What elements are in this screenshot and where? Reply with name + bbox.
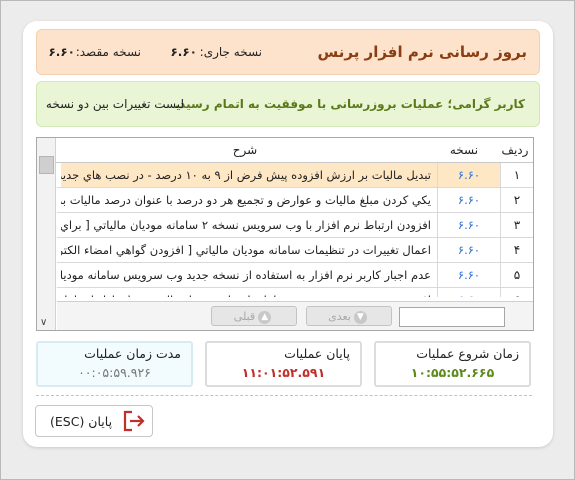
exit-icon: [123, 410, 145, 432]
row-version: ۶.۶۰: [437, 263, 500, 287]
row-description: یکي کردن مبلغ مالیات و عوارض و تجمیع هر …: [61, 193, 431, 207]
changes-grid: ردیف نسخه شرح ∨ ۱ ۶.۶۰ تبدیل مالیات بر ا…: [36, 137, 534, 331]
start-time-label: زمان شروع عملیات: [416, 346, 519, 361]
row-number: ۴: [500, 238, 533, 262]
column-header-row[interactable]: ردیف: [499, 143, 531, 157]
scrollbar-thumb[interactable]: [39, 156, 54, 174]
current-version-value: ۶.۶۰: [170, 45, 197, 59]
end-time-card: پایان عملیات ۱۱:۰۱:۵۲.۵۹۱: [205, 341, 362, 387]
grid-header: ردیف نسخه شرح: [37, 138, 533, 163]
table-row[interactable]: ۶ ۶.۶۰ افزودن نسخه به وب سرویس سامانه ام…: [57, 288, 533, 297]
success-message: کاربر گرامی؛ عملیات بروزرسانی با موفقیت …: [174, 97, 525, 111]
grid-body: ۱ ۶.۶۰ تبدیل مالیات بر ارزش افزوده پیش ف…: [57, 163, 533, 297]
changes-list-link[interactable]: لیست تغییرات بین دو نسخه: [46, 97, 184, 111]
row-description: عدم اجبار کاربر نرم افزار به استفاده از …: [61, 268, 431, 282]
row-number: ۱: [500, 163, 533, 187]
grid-search-input[interactable]: [399, 307, 505, 327]
row-description: تبدیل مالیات بر ارزش افزوده پیش فرض از ۹…: [61, 163, 437, 187]
prev-page-button[interactable]: ▲قبلی: [211, 306, 297, 326]
app-window: بروز رسانی نرم افزار پرنس نسخه جاری: ۶.۶…: [0, 0, 575, 480]
duration-value: ۰۰:۰۵:۵۹.۹۲۶: [78, 365, 151, 380]
next-label: بعدی: [328, 310, 351, 323]
grid-scrollbar[interactable]: ∨: [37, 138, 56, 330]
column-header-version[interactable]: نسخه: [433, 143, 495, 157]
arrow-down-icon: ▼: [353, 310, 367, 324]
row-version: ۶.۶۰: [437, 188, 500, 212]
column-header-description[interactable]: شرح: [59, 143, 431, 157]
row-number: ۲: [500, 188, 533, 212]
table-row[interactable]: ۲ ۶.۶۰ یکي کردن مبلغ مالیات و عوارض و تج…: [57, 188, 533, 213]
exit-label: پایان (ESC): [50, 414, 113, 429]
table-row[interactable]: ۴ ۶.۶۰ اعمال تغییرات در تنظیمات سامانه م…: [57, 238, 533, 263]
row-version: ۶.۶۰: [437, 163, 500, 187]
table-row[interactable]: ۱ ۶.۶۰ تبدیل مالیات بر ارزش افزوده پیش ف…: [57, 163, 533, 188]
row-description: افزودن نسخه به وب سرویس سامانه امضاء بست…: [61, 288, 437, 297]
table-row[interactable]: ۳ ۶.۶۰ افزودن ارتباط نرم افزار با وب سرو…: [57, 213, 533, 238]
target-version-label: نسخه مقصد:: [75, 45, 141, 59]
exit-button[interactable]: پایان (ESC): [35, 405, 153, 437]
divider: [36, 395, 532, 396]
row-description: افزودن ارتباط نرم افزار با وب سرویس نسخه…: [61, 218, 431, 232]
row-number: ۵: [500, 263, 533, 287]
duration-card: مدت زمان عملیات ۰۰:۰۵:۵۹.۹۲۶: [36, 341, 193, 387]
header-bar: بروز رسانی نرم افزار پرنس نسخه جاری: ۶.۶…: [36, 29, 540, 75]
end-time-value: ۱۱:۰۱:۵۲.۵۹۱: [241, 365, 326, 380]
start-time-value: ۱۰:۵۵:۵۲.۶۶۵: [410, 365, 495, 380]
arrow-up-icon: ▲: [258, 310, 272, 324]
scroll-down-icon[interactable]: ∨: [40, 317, 47, 328]
page-title: بروز رسانی نرم افزار پرنس: [317, 43, 527, 61]
end-time-label: پایان عملیات: [284, 346, 350, 361]
row-version: ۶.۶۰: [437, 238, 500, 262]
start-time-card: زمان شروع عملیات ۱۰:۵۵:۵۲.۶۶۵: [374, 341, 531, 387]
next-page-button[interactable]: ▼بعدی: [306, 306, 392, 326]
duration-label: مدت زمان عملیات: [84, 346, 181, 361]
current-version-label: نسخه جاری:: [199, 45, 262, 59]
success-message-box: کاربر گرامی؛ عملیات بروزرسانی با موفقیت …: [36, 81, 540, 127]
row-number: ۳: [500, 213, 533, 237]
table-row[interactable]: ۵ ۶.۶۰ عدم اجبار کاربر نرم افزار به استف…: [57, 263, 533, 288]
row-version: ۶.۶۰: [437, 213, 500, 237]
target-version-value: ۶.۶۰: [48, 45, 75, 59]
prev-label: قبلی: [233, 310, 256, 323]
row-number: ۶: [500, 288, 533, 297]
row-description: اعمال تغییرات در تنظیمات سامانه مودیان م…: [61, 243, 431, 257]
grid-footer: ▼بعدی ▲قبلی: [57, 301, 533, 330]
row-version: ۶.۶۰: [437, 288, 500, 297]
